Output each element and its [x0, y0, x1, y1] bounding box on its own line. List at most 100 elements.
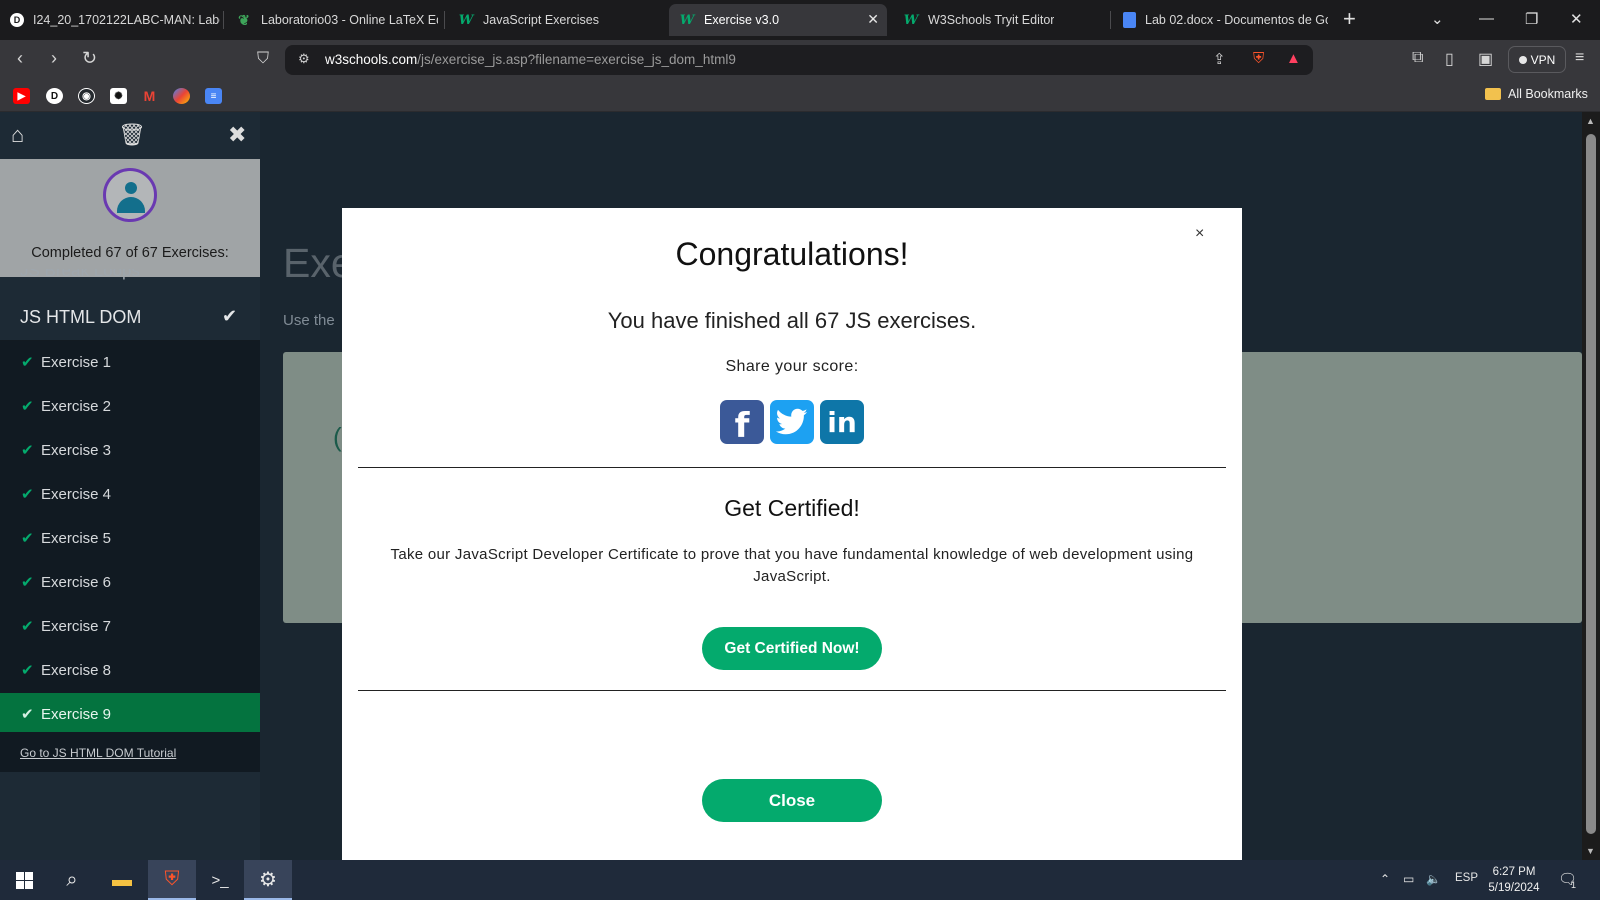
folder-icon	[1485, 88, 1501, 100]
chatgpt-icon[interactable]: ✺	[110, 88, 127, 104]
bookmark-page-icon[interactable]: ⛉	[257, 50, 269, 68]
check-icon: ✔	[21, 574, 34, 591]
sidebar-topic-html-dom[interactable]: JS HTML DOM ✔	[0, 294, 260, 341]
tab-lab-moodle[interactable]: D I24_20_1702122LABC-MAN: Labo	[0, 6, 220, 34]
exercise-sidebar: ⌂ 🗑 ✖ Completed 67 of 67 Exercises: JS B…	[0, 112, 260, 860]
sidebar-toolbar: ⌂ 🗑 ✖	[0, 112, 260, 159]
certificate-description: Take our JavaScript Developer Certificat…	[390, 546, 1194, 585]
exercise-item-9[interactable]: ✔ Exercise 9	[0, 693, 260, 737]
youtube-icon[interactable]: ▶	[13, 88, 30, 104]
exercise-item-4[interactable]: ✔ Exercise 4	[0, 473, 260, 517]
scroll-up-icon[interactable]: ▲	[1586, 116, 1595, 126]
exercise-item-6[interactable]: ✔ Exercise 6	[0, 561, 260, 605]
language-indicator[interactable]: ESP	[1455, 872, 1478, 884]
tab-overleaf[interactable]: ❦ Laboratorio03 - Online LaTeX Edit	[226, 6, 438, 34]
github-icon[interactable]: ◉	[78, 88, 95, 104]
linkedin-share-icon[interactable]: in	[820, 400, 864, 444]
scroll-thumb[interactable]	[1586, 134, 1596, 834]
all-bookmarks-button[interactable]: All Bookmarks	[1485, 87, 1588, 101]
d-circle-icon[interactable]: D	[46, 88, 63, 104]
exercise-instructions: Use the	[283, 312, 335, 329]
site-settings-icon[interactable]: ⚙	[298, 51, 310, 67]
network-icon[interactable]: ▭	[1403, 872, 1414, 886]
vpn-button[interactable]: VPN	[1508, 46, 1566, 73]
certified-title: Get Certified!	[724, 495, 860, 521]
all-bookmarks-label: All Bookmarks	[1508, 87, 1588, 101]
facebook-share-icon[interactable]: f	[720, 400, 764, 446]
clock-date: 5/19/2024	[1488, 882, 1540, 894]
tab-search-chevron-icon[interactable]: ⌄	[1431, 10, 1444, 28]
system-clock[interactable]: 6:27 PM 5/19/2024	[1484, 864, 1544, 896]
overleaf-leaf-icon: ❦	[238, 11, 250, 28]
windows-logo-icon	[15, 871, 33, 889]
minimize-icon[interactable]: —	[1479, 10, 1494, 27]
forward-icon[interactable]: ›	[51, 48, 57, 69]
sidebar-icon[interactable]: ▯	[1445, 49, 1454, 69]
tab-title: Laboratorio03 - Online LaTeX Edit	[261, 13, 438, 27]
divider	[358, 467, 1226, 468]
settings-gear-icon[interactable]: ⚙	[244, 860, 292, 900]
close-window-icon[interactable]: ✕	[1570, 10, 1583, 28]
home-icon[interactable]: ⌂	[11, 122, 24, 148]
tab-google-docs[interactable]: Lab 02.docx - Documentos de Go	[1113, 6, 1328, 34]
gmail-icon[interactable]: M	[141, 88, 158, 104]
search-icon[interactable]: ⌕	[48, 860, 96, 900]
bookmarks-bar: ▶ D ◉ ✺ M ≡ All Bookmarks	[0, 80, 1600, 112]
exercise-item-7[interactable]: ✔ Exercise 7	[0, 605, 260, 649]
check-icon: ✔	[21, 530, 34, 547]
extensions-icon[interactable]: ⧉	[1412, 49, 1423, 67]
exercise-label: Exercise 6	[41, 574, 112, 591]
copilot-icon[interactable]	[173, 88, 190, 104]
trash-icon[interactable]: 🗑	[118, 122, 146, 148]
get-certified-button[interactable]: Get Certified Now!	[702, 627, 882, 670]
new-tab-icon[interactable]: +	[1343, 8, 1356, 30]
volume-icon[interactable]: 🔈	[1426, 872, 1441, 886]
tab-separator	[223, 11, 224, 29]
chevron-up-icon[interactable]: ⌃	[1380, 872, 1390, 886]
tab-exercise-v3[interactable]: W Exercise v3.0 ✕	[669, 4, 887, 36]
page-scrollbar[interactable]: ▲ ▼	[1582, 112, 1600, 860]
address-bar[interactable]: ⚙ w3schools.com/js/exercise_js.asp?filen…	[285, 45, 1313, 75]
exercise-item-3[interactable]: ✔ Exercise 3	[0, 429, 260, 473]
close-button[interactable]: Close	[702, 779, 882, 822]
tab-separator	[444, 11, 445, 29]
terminal-icon[interactable]: >_	[196, 860, 244, 900]
menu-icon[interactable]: ≡	[1575, 49, 1584, 67]
w3schools-icon: W	[903, 12, 919, 28]
exercise-item-1[interactable]: ✔ Exercise 1	[0, 341, 260, 385]
twitter-bird-icon	[776, 408, 808, 435]
check-icon: ✔	[21, 354, 34, 371]
scroll-down-icon[interactable]: ▼	[1586, 846, 1595, 856]
avatar[interactable]	[103, 168, 157, 222]
twitter-share-icon[interactable]	[770, 400, 814, 444]
tutorial-link-row: Go to JS HTML DOM Tutorial	[0, 732, 260, 772]
reload-icon[interactable]: ↻	[82, 48, 97, 69]
tab-close-icon[interactable]: ✕	[867, 11, 879, 28]
tab-tryit-editor[interactable]: W W3Schools Tryit Editor	[893, 6, 1103, 34]
url-text[interactable]: w3schools.com/js/exercise_js.asp?filenam…	[325, 52, 736, 67]
exercise-label: Exercise 3	[41, 442, 112, 459]
wallet-icon[interactable]: ▣	[1478, 49, 1493, 69]
tutorial-link[interactable]: Go to JS HTML DOM Tutorial	[20, 746, 176, 760]
file-explorer-icon[interactable]: ▬	[98, 860, 146, 900]
tab-javascript-exercises[interactable]: W JavaScript Exercises	[448, 6, 658, 34]
brave-shields-icon[interactable]: ⛨	[1253, 50, 1264, 67]
brave-browser-icon[interactable]: ⛨	[148, 860, 196, 900]
previous-topic-label: JS Break Loops	[20, 269, 141, 280]
brave-rewards-icon[interactable]: ▲	[1286, 50, 1301, 67]
sidebar-topic-previous[interactable]: JS Break Loops	[0, 269, 260, 289]
windows-start-icon[interactable]	[0, 860, 48, 900]
tab-title: Lab 02.docx - Documentos de Go	[1145, 13, 1328, 27]
google-docs-icon[interactable]: ≡	[205, 88, 222, 104]
back-icon[interactable]: ‹	[17, 48, 23, 69]
exercise-label: Exercise 1	[41, 354, 112, 371]
close-icon[interactable]: ✖	[228, 122, 246, 148]
share-icon[interactable]: ⇪	[1213, 50, 1226, 68]
exercise-item-8[interactable]: ✔ Exercise 8	[0, 649, 260, 693]
exercise-item-5[interactable]: ✔ Exercise 5	[0, 517, 260, 561]
w3schools-icon: W	[679, 12, 695, 28]
exercise-item-2[interactable]: ✔ Exercise 2	[0, 385, 260, 429]
restore-icon[interactable]: ❐	[1525, 10, 1538, 28]
url-path: /js/exercise_js.asp?filename=exercise_js…	[417, 52, 736, 67]
notification-count: 1	[1571, 880, 1577, 890]
